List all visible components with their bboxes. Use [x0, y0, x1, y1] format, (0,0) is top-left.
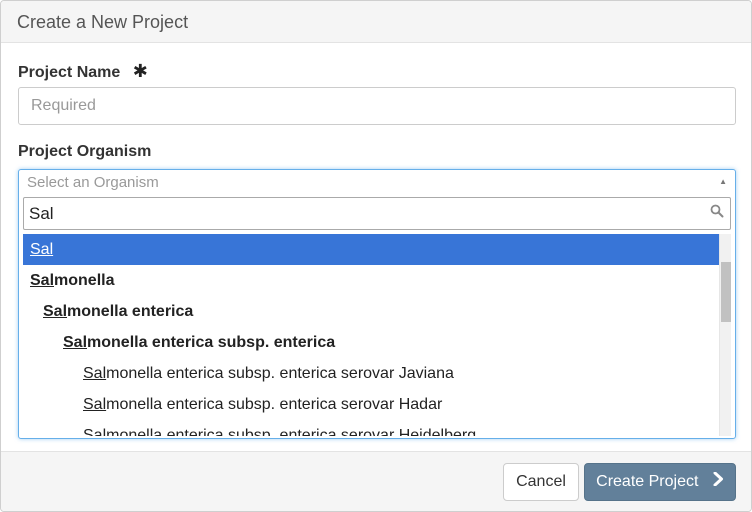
result-rest-text: monella [54, 272, 115, 289]
organism-select[interactable]: Select an Organism ▲ SalSalmonellaSalmon… [18, 169, 736, 439]
caret-up-icon: ▲ [719, 177, 727, 186]
results-items: Sal Salmonella Salmonella enterica Salmonel… [23, 234, 731, 436]
cancel-button[interactable]: Cancel [503, 463, 579, 501]
scrollbar-thumb[interactable] [721, 262, 731, 322]
result-match-text: Sal [43, 303, 68, 320]
result-match-text: Sal [63, 334, 88, 351]
result-match-text: Sal [30, 272, 55, 289]
result-rest-text: monella enterica subsp. enterica serovar… [106, 365, 454, 382]
project-name-input[interactable] [18, 87, 736, 125]
organism-select-placeholder: Select an Organism [27, 174, 159, 191]
organism-results-list[interactable]: Sal Salmonella Salmonella enterica Salmonel… [23, 234, 731, 436]
results-scrollbar[interactable] [719, 234, 731, 436]
project-organism-label: Project Organism [18, 143, 152, 160]
organism-search-input[interactable] [24, 198, 730, 229]
required-icon: ✱ [132, 61, 148, 81]
result-match-text: Sal [30, 241, 54, 258]
create-project-button[interactable]: Create Project [584, 463, 736, 501]
organism-result-item[interactable]: Salmonella enterica subsp. enterica sero… [23, 358, 731, 389]
chevron-right-icon [713, 464, 724, 500]
organism-result-item[interactable]: Salmonella enterica [23, 296, 731, 327]
result-match-text: Sal [83, 427, 107, 436]
organism-select-toggle[interactable]: Select an Organism ▲ [19, 170, 735, 197]
organism-result-item[interactable]: Salmonella [23, 265, 731, 296]
result-match-text: Sal [83, 396, 107, 413]
organism-result-item[interactable]: Salmonella enterica subsp. enterica sero… [23, 420, 731, 436]
result-rest-text: monella enterica [67, 303, 194, 320]
dialog-header: Create a New Project [1, 1, 751, 43]
project-name-label: Project Name ✱ [18, 61, 148, 82]
create-project-label: Create Project [596, 473, 699, 491]
search-icon [710, 204, 724, 218]
organism-result-item[interactable]: Sal [23, 234, 731, 265]
organism-result-item[interactable]: Salmonella enterica subsp. enterica sero… [23, 389, 731, 420]
project-name-label-text: Project Name [18, 64, 121, 81]
result-rest-text: monella enterica subsp. enterica serovar… [106, 396, 443, 413]
dialog-title: Create a New Project [17, 12, 189, 32]
result-rest-text: monella enterica subsp. enterica serovar… [106, 427, 477, 436]
organism-search-box [23, 197, 731, 230]
organism-result-item[interactable]: Salmonella enterica subsp. enterica [23, 327, 731, 358]
result-match-text: Sal [83, 365, 107, 382]
result-rest-text: monella enterica subsp. enterica [87, 334, 336, 351]
create-project-dialog: Create a New Project Project Name ✱ Proj… [0, 0, 752, 512]
dialog-footer: Cancel Create Project [1, 451, 751, 511]
